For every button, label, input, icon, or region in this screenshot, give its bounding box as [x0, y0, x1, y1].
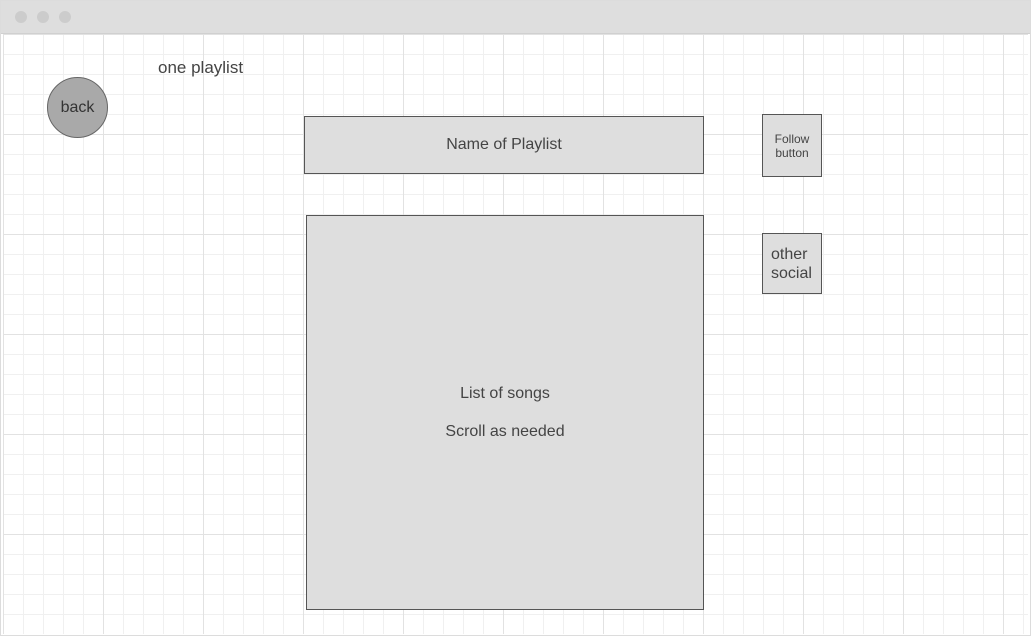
playlist-name-label: Name of Playlist — [446, 136, 562, 153]
window-maximize-dot-icon[interactable] — [59, 11, 71, 23]
app-window: back one playlist Name of Playlist List … — [0, 0, 1031, 636]
playlist-name-box: Name of Playlist — [304, 116, 704, 174]
follow-button[interactable]: Follow button — [762, 114, 822, 177]
other-social-label: other social — [771, 245, 812, 282]
song-list-scroll-note: Scroll as needed — [445, 422, 565, 440]
song-list-panel[interactable]: List of songs Scroll as needed — [306, 215, 704, 610]
back-button[interactable]: back — [47, 77, 108, 138]
window-titlebar — [1, 1, 1030, 34]
page-title: one playlist — [158, 58, 244, 77]
window-close-dot-icon[interactable] — [15, 11, 27, 23]
other-social-button[interactable]: other social — [762, 233, 822, 294]
follow-button-label: Follow button — [774, 131, 810, 160]
song-list-label: List of songs — [460, 384, 550, 402]
window-minimize-dot-icon[interactable] — [37, 11, 49, 23]
